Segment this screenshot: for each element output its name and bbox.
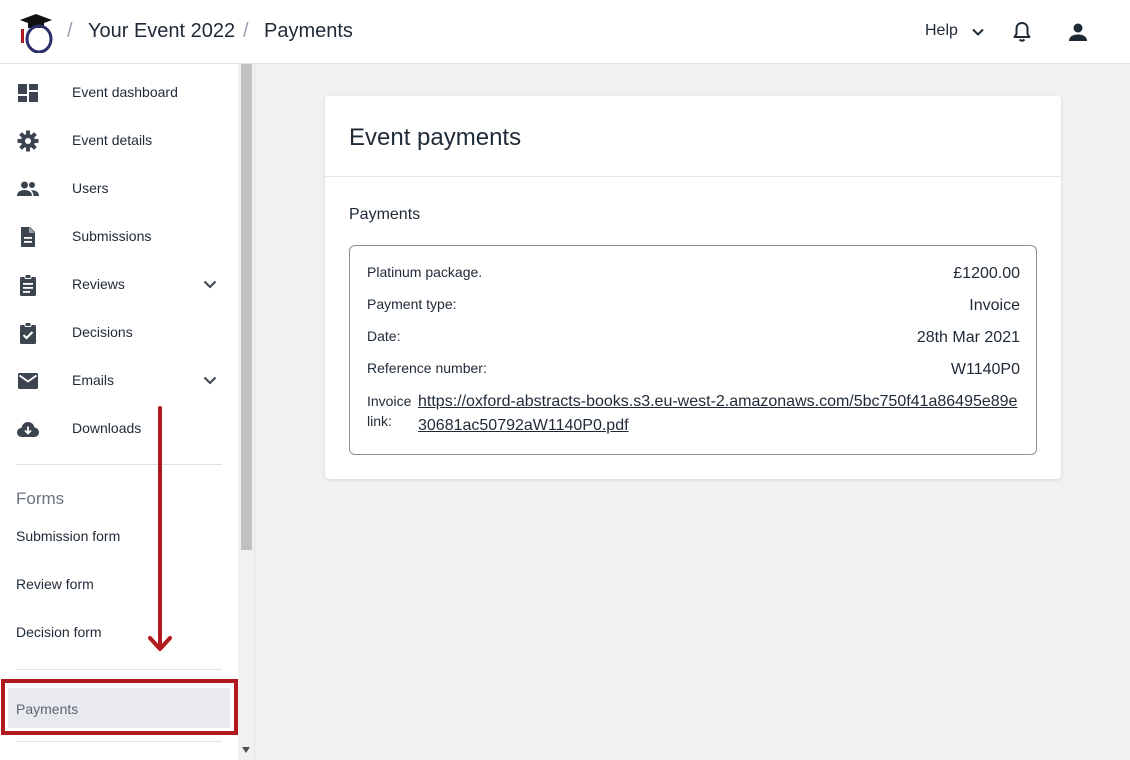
sidebar-item-submissions[interactable]: Submissions bbox=[0, 211, 238, 259]
package-amount: £1200.00 bbox=[953, 265, 1020, 282]
dashboard-icon bbox=[18, 84, 38, 102]
sidebar-item-label: Decisions bbox=[72, 324, 133, 340]
event-payments-card: Event payments Payments Platinum package… bbox=[325, 96, 1061, 479]
invoice-link[interactable]: https://oxford-abstracts-books.s3.eu-wes… bbox=[418, 390, 1018, 438]
sidebar: Event dashboard Event details Users Subm… bbox=[0, 64, 238, 760]
chevron-down-icon[interactable] bbox=[201, 275, 219, 293]
sidebar-item-label: Reviews bbox=[72, 276, 125, 292]
sidebar-item-review-form[interactable]: Review form bbox=[16, 576, 94, 592]
sidebar-item-submission-form[interactable]: Submission form bbox=[16, 528, 120, 544]
sidebar-item-emails[interactable]: Emails bbox=[0, 355, 238, 403]
forms-section-heading: Forms bbox=[16, 489, 65, 508]
clipboard-icon bbox=[20, 274, 36, 296]
sidebar-item-label: Downloads bbox=[72, 420, 142, 436]
payment-details-box: Platinum package. £1200.00 Payment type:… bbox=[349, 245, 1037, 455]
scroll-down-arrow-icon[interactable] bbox=[241, 746, 251, 754]
breadcrumb-separator: / bbox=[67, 20, 73, 42]
annotation-highlight-box bbox=[1, 679, 238, 735]
clipboard-check-icon bbox=[20, 322, 36, 344]
oxford-abstracts-logo-icon[interactable] bbox=[18, 13, 54, 53]
sidebar-item-reviews[interactable]: Reviews bbox=[0, 259, 238, 307]
user-account-icon[interactable] bbox=[1067, 21, 1089, 43]
sidebar-item-users[interactable]: Users bbox=[0, 163, 238, 211]
breadcrumb-separator: / bbox=[243, 20, 249, 42]
sidebar-item-downloads[interactable]: Downloads bbox=[0, 403, 238, 451]
payments-section-title: Payments bbox=[349, 206, 421, 223]
page-title: Event payments bbox=[349, 124, 522, 151]
scrollbar-thumb[interactable] bbox=[241, 64, 252, 550]
sidebar-divider bbox=[16, 464, 222, 465]
payment-type-value: Invoice bbox=[969, 297, 1020, 314]
breadcrumb-event[interactable]: Your Event 2022 bbox=[88, 20, 235, 43]
sidebar-item-label: Users bbox=[72, 180, 109, 196]
gear-icon bbox=[17, 130, 39, 152]
chevron-down-icon[interactable] bbox=[201, 371, 219, 389]
invoice-link-label: Invoice link: bbox=[367, 393, 412, 429]
sidebar-divider bbox=[16, 669, 222, 670]
card-divider bbox=[325, 176, 1061, 177]
sidebar-item-decision-form[interactable]: Decision form bbox=[16, 624, 102, 640]
sidebar-item-label: Emails bbox=[72, 372, 115, 388]
sidebar-item-label: Event dashboard bbox=[72, 84, 178, 100]
help-menu-label[interactable]: Help bbox=[925, 22, 958, 40]
package-label: Platinum package. bbox=[367, 264, 483, 280]
annotation-arrow-icon bbox=[148, 406, 172, 651]
sidebar-item-decisions[interactable]: Decisions bbox=[0, 307, 238, 355]
sidebar-item-label: Event details bbox=[72, 132, 153, 148]
cloud-download-icon bbox=[17, 422, 39, 437]
bell-icon[interactable] bbox=[1012, 21, 1032, 43]
mail-icon bbox=[18, 373, 38, 389]
date-label: Date: bbox=[367, 328, 401, 344]
date-value: 28th Mar 2021 bbox=[916, 329, 1020, 346]
sidebar-divider bbox=[16, 741, 222, 742]
sidebar-item-event-dashboard[interactable]: Event dashboard bbox=[0, 67, 238, 115]
sidebar-item-label: Submissions bbox=[72, 228, 152, 244]
sidebar-scrollbar[interactable] bbox=[238, 64, 255, 760]
users-icon bbox=[17, 181, 39, 196]
document-icon bbox=[21, 227, 35, 247]
top-header: / Your Event 2022 / Payments Help bbox=[0, 0, 1130, 64]
chevron-down-icon[interactable] bbox=[970, 24, 986, 40]
reference-number-value: W1140P0 bbox=[950, 361, 1020, 378]
payment-type-label: Payment type: bbox=[367, 296, 457, 312]
breadcrumb-current-page: Payments bbox=[264, 20, 353, 42]
sidebar-item-event-details[interactable]: Event details bbox=[0, 115, 238, 163]
reference-number-label: Reference number: bbox=[367, 360, 487, 376]
